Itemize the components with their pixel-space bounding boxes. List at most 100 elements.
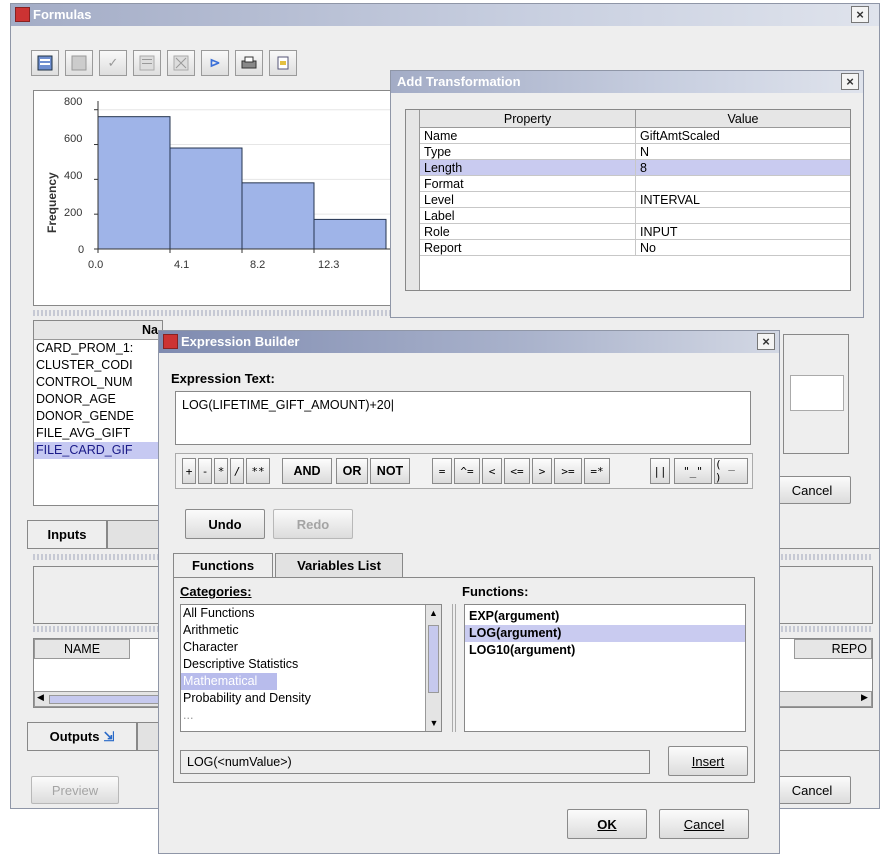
- not-equals-operator-button[interactable]: ^=: [454, 458, 480, 484]
- splitter-handle[interactable]: [781, 626, 871, 632]
- cancel-button[interactable]: Cancel: [773, 476, 851, 504]
- tab-variables-list[interactable]: Variables List: [275, 553, 403, 577]
- variable-list-header[interactable]: Na: [34, 321, 162, 340]
- close-icon[interactable]: ×: [841, 73, 859, 90]
- splitter-handle[interactable]: [781, 554, 871, 560]
- ok-button[interactable]: OK: [567, 809, 647, 839]
- table-row[interactable]: Name GiftAmtScaled: [420, 128, 850, 144]
- scroll-down-icon[interactable]: ▼: [426, 715, 442, 731]
- preview-button[interactable]: Preview: [31, 776, 119, 804]
- list-item[interactable]: CARD_PROM_1:: [34, 340, 162, 357]
- or-operator-button[interactable]: OR: [336, 458, 368, 484]
- tab-outputs[interactable]: Outputs ⇲: [27, 722, 137, 750]
- equals-operator-button[interactable]: =: [432, 458, 452, 484]
- list-item[interactable]: CLUSTER_CODI: [34, 357, 162, 374]
- property-header[interactable]: Property: [420, 110, 636, 128]
- table-row[interactable]: Report No: [420, 240, 850, 256]
- less-equal-operator-button[interactable]: <=: [504, 458, 530, 484]
- soundslike-operator-button[interactable]: =*: [584, 458, 610, 484]
- list-item[interactable]: DONOR_AGE: [34, 391, 162, 408]
- quote-operator-button[interactable]: "_": [674, 458, 712, 484]
- image-icon[interactable]: [167, 50, 195, 76]
- property-cell: Report: [420, 240, 636, 255]
- category-item[interactable]: Arithmetic: [181, 622, 441, 639]
- export-icon[interactable]: [269, 50, 297, 76]
- close-icon[interactable]: ×: [757, 333, 775, 350]
- table-row[interactable]: Label: [420, 208, 850, 224]
- scroll-thumb[interactable]: [428, 625, 439, 693]
- table-row[interactable]: Level INTERVAL: [420, 192, 850, 208]
- value-cell[interactable]: GiftAmtScaled: [636, 128, 720, 143]
- close-icon[interactable]: ×: [851, 6, 869, 23]
- table-icon[interactable]: [31, 50, 59, 76]
- not-operator-button[interactable]: NOT: [370, 458, 410, 484]
- concat-operator-button[interactable]: ||: [650, 458, 670, 484]
- list-item[interactable]: CONTROL_NUM: [34, 374, 162, 391]
- category-item[interactable]: Mathematical: [181, 673, 277, 690]
- vertical-scrollbar[interactable]: ▲ ▼: [425, 605, 441, 731]
- print-icon[interactable]: [235, 50, 263, 76]
- list-item[interactable]: FILE_AVG_GIFT: [34, 425, 162, 442]
- scroll-up-icon[interactable]: ▲: [426, 605, 441, 621]
- value-cell[interactable]: INTERVAL: [636, 192, 700, 207]
- functions-label: Functions:: [462, 584, 529, 599]
- greater-equal-operator-button[interactable]: >=: [554, 458, 582, 484]
- list-item[interactable]: DONOR_GENDE: [34, 408, 162, 425]
- value-header[interactable]: Value: [636, 110, 850, 128]
- value-cell[interactable]: No: [636, 240, 656, 255]
- list-divider[interactable]: [452, 604, 456, 732]
- function-item[interactable]: LOG10(argument): [465, 642, 745, 659]
- categories-list: All Functions Arithmetic Character Descr…: [180, 604, 442, 732]
- plus-operator-button[interactable]: +: [182, 458, 196, 484]
- name-column-header[interactable]: NAME: [34, 639, 130, 659]
- cancel-button[interactable]: Cancel: [659, 809, 749, 839]
- splitter-handle[interactable]: [33, 626, 173, 632]
- report-column-header[interactable]: REPO: [794, 639, 872, 659]
- insert-button[interactable]: Insert: [668, 746, 748, 776]
- value-cell[interactable]: [636, 176, 640, 191]
- and-operator-button[interactable]: AND: [282, 458, 332, 484]
- value-cell[interactable]: 8: [636, 160, 647, 175]
- redo-button[interactable]: Redo: [273, 509, 353, 539]
- greater-than-operator-button[interactable]: >: [532, 458, 552, 484]
- check-icon[interactable]: ✓: [99, 50, 127, 76]
- undo-button[interactable]: Undo: [185, 509, 265, 539]
- category-item[interactable]: Descriptive Statistics: [181, 656, 441, 673]
- minus-operator-button[interactable]: -: [198, 458, 212, 484]
- scroll-thumb[interactable]: [49, 695, 159, 704]
- function-item[interactable]: LOG(argument): [465, 625, 745, 642]
- function-item[interactable]: EXP(argument): [465, 608, 745, 625]
- expression-text-field[interactable]: LOG(LIFETIME_GIFT_AMOUNT)+20|: [175, 391, 751, 445]
- splitter-handle[interactable]: [33, 554, 173, 560]
- category-item[interactable]: Probability and Density: [181, 690, 441, 707]
- operator-toolbar: + - * / ** AND OR NOT = ^= < <= > >= =* …: [175, 453, 753, 489]
- tab-inputs[interactable]: Inputs: [27, 520, 107, 548]
- y-tick-label: 400: [64, 170, 82, 182]
- power-operator-button[interactable]: **: [246, 458, 270, 484]
- frequency-histogram: Frequency 800 600 400 200 0 0.0 4.1 8.2 …: [45, 96, 402, 271]
- less-than-operator-button[interactable]: <: [482, 458, 502, 484]
- tab-outputs-label: Outputs: [49, 729, 100, 744]
- tab-functions[interactable]: Functions: [173, 553, 273, 577]
- parentheses-operator-button[interactable]: ( _ ): [714, 458, 748, 484]
- category-item[interactable]: Character: [181, 639, 441, 656]
- scroll-left-icon[interactable]: ◀: [37, 692, 44, 703]
- list-icon[interactable]: [133, 50, 161, 76]
- table-row[interactable]: Type N: [420, 144, 850, 160]
- multiply-operator-button[interactable]: *: [214, 458, 228, 484]
- scroll-right-icon[interactable]: ▶: [861, 692, 868, 703]
- bookmark-icon[interactable]: ⊳: [201, 50, 229, 76]
- divide-operator-button[interactable]: /: [230, 458, 244, 484]
- value-cell[interactable]: N: [636, 144, 649, 159]
- cancel-button[interactable]: Cancel: [773, 776, 851, 804]
- value-cell[interactable]: INPUT: [636, 224, 678, 239]
- table-row[interactable]: Length 8: [420, 160, 850, 176]
- value-cell[interactable]: [636, 208, 640, 223]
- table-row[interactable]: Format: [420, 176, 850, 192]
- category-item[interactable]: ...: [181, 707, 441, 724]
- list-item[interactable]: FILE_CARD_GIF: [34, 442, 162, 459]
- grid-icon[interactable]: [65, 50, 93, 76]
- splitter-handle[interactable]: [33, 310, 401, 316]
- category-item[interactable]: All Functions: [181, 605, 441, 622]
- table-row[interactable]: Role INPUT: [420, 224, 850, 240]
